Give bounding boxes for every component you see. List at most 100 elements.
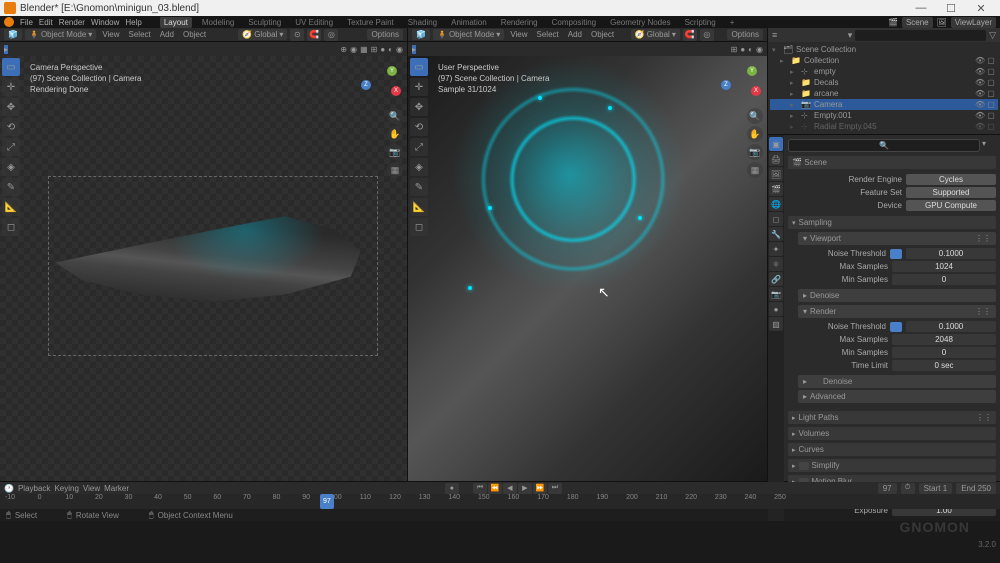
orientation-dropdown[interactable]: 🧭Global▾ (238, 29, 287, 40)
shade-mat-icon[interactable]: ◐ (388, 45, 393, 54)
options-dropdown[interactable]: Options (367, 29, 403, 40)
axis-x-icon[interactable]: X (751, 86, 761, 96)
menu-render[interactable]: Render (59, 18, 85, 27)
xray-icon[interactable]: ▦ (360, 45, 368, 54)
shade-render-icon[interactable]: ◉ (396, 45, 403, 54)
render-time-field[interactable]: 0 sec (892, 360, 996, 371)
tab-add[interactable]: + (726, 17, 739, 28)
ptab-object[interactable]: ◻ (769, 212, 783, 226)
preview-range-icon[interactable]: ⏱ (901, 483, 915, 494)
snap-icon[interactable]: 🧲 (683, 29, 697, 41)
axis-z-icon[interactable]: Z (361, 80, 371, 90)
measure-tool[interactable]: 📐 (2, 198, 20, 216)
move-tool[interactable]: ✥ (410, 98, 428, 116)
select-tool[interactable]: ▭ (2, 58, 20, 76)
filter-funnel-icon[interactable]: ▽ (989, 30, 996, 41)
tab-geonodes[interactable]: Geometry Nodes (606, 17, 674, 28)
filter-icon[interactable]: ▾ (848, 30, 853, 41)
menu-view[interactable]: View (99, 29, 122, 40)
render-noise-check[interactable] (890, 322, 902, 332)
current-frame-field[interactable]: 97 (878, 483, 897, 494)
rotate-tool[interactable]: ⟲ (410, 118, 428, 136)
axis-y-icon[interactable]: Y (387, 66, 397, 76)
feature-set-dropdown[interactable]: Supported (906, 187, 996, 198)
subpanel-render[interactable]: ▾Render⋮⋮ (798, 305, 996, 318)
keyframe-next-button[interactable]: ⏩ (533, 483, 547, 494)
shade-wire-icon[interactable]: ⊞ (731, 45, 738, 54)
tab-animation[interactable]: Animation (447, 17, 491, 28)
shade-mat-icon[interactable]: ◐ (748, 45, 753, 54)
transform-tool[interactable]: ◈ (2, 158, 20, 176)
play-button[interactable]: ▶ (518, 483, 532, 494)
panel-simplify[interactable]: ▸Simplify (788, 459, 996, 472)
annotate-tool[interactable]: ✎ (410, 178, 428, 196)
menu-file[interactable]: File (20, 18, 33, 27)
menu-marker[interactable]: Marker (104, 484, 129, 493)
editor-icon[interactable]: 🧊 (412, 29, 430, 40)
subpanel-advanced[interactable]: ▸Advanced (798, 390, 996, 403)
outliner-item[interactable]: ▸📁arcane👁▢ (770, 88, 998, 99)
panel-light-paths[interactable]: ▸Light Paths⋮⋮ (788, 411, 996, 424)
autokey-icon[interactable]: ● (445, 483, 459, 494)
zoom-icon[interactable]: 🔍 (747, 108, 763, 124)
editor-icon[interactable]: 🧊 (4, 29, 22, 40)
ptab-texture[interactable]: ▨ (769, 317, 783, 331)
mode-dropdown[interactable]: 🧍Object Mode▾ (433, 29, 504, 40)
menu-object[interactable]: Object (180, 29, 209, 40)
jump-end-button[interactable]: ⏭ (548, 483, 562, 494)
mode-dropdown[interactable]: 🧍Object Mode▾ (25, 29, 96, 40)
panel-curves[interactable]: ▸Curves (788, 443, 996, 456)
shade-solid-icon[interactable]: ● (380, 45, 385, 54)
viewport-noise-check[interactable] (890, 249, 902, 259)
measure-tool[interactable]: 📐 (410, 198, 428, 216)
proportional-icon[interactable]: ◎ (324, 29, 338, 41)
transform-tool[interactable]: ◈ (410, 158, 428, 176)
options-icon[interactable]: ▾ (982, 139, 996, 152)
options-dropdown[interactable]: Options (727, 29, 763, 40)
viewport-max-field[interactable]: 1024 (892, 261, 996, 272)
scale-tool[interactable]: ⤢ (2, 138, 20, 156)
tab-layout[interactable]: Layout (160, 17, 192, 28)
menu-view[interactable]: View (507, 29, 530, 40)
tab-sculpting[interactable]: Sculpting (244, 17, 285, 28)
playhead[interactable]: 97 (320, 494, 334, 509)
axis-z-icon[interactable]: Z (721, 80, 731, 90)
outliner-search[interactable] (855, 30, 986, 41)
menu-add[interactable]: Add (157, 29, 177, 40)
close-button[interactable]: ✕ (966, 2, 996, 15)
gizmo-icon[interactable]: ⊕ (340, 45, 347, 54)
menu-help[interactable]: Help (125, 18, 141, 27)
render-min-field[interactable]: 0 (892, 347, 996, 358)
proportional-icon[interactable]: ◎ (700, 29, 714, 41)
subpanel-denoise-r[interactable]: ▸Denoise (798, 375, 996, 388)
viewport-noise-field[interactable]: 0.1000 (906, 248, 996, 259)
outliner-item[interactable]: ▸⊹empty👁▢ (770, 66, 998, 77)
viewport-min-field[interactable]: 0 (892, 274, 996, 285)
device-dropdown[interactable]: GPU Compute (906, 200, 996, 211)
axis-x-icon[interactable]: X (391, 86, 401, 96)
play-icon[interactable]: ▸ (412, 45, 416, 54)
viewport-canvas-left[interactable]: Camera Perspective (97) Scene Collection… (0, 56, 407, 481)
scene-selector[interactable]: Scene (902, 17, 933, 28)
persp-icon[interactable]: ▦ (387, 162, 403, 178)
menu-view[interactable]: View (83, 484, 100, 493)
maximize-button[interactable]: ☐ (936, 2, 966, 15)
jump-start-button[interactable]: ⏮ (473, 483, 487, 494)
tab-modeling[interactable]: Modeling (198, 17, 238, 28)
menu-object[interactable]: Object (588, 29, 617, 40)
cursor-tool[interactable]: ✛ (2, 78, 20, 96)
subpanel-denoise-v[interactable]: ▸Denoise (798, 289, 996, 302)
camera-icon[interactable]: 📷 (747, 144, 763, 160)
menu-add[interactable]: Add (565, 29, 585, 40)
props-search[interactable] (788, 139, 980, 152)
ptab-particle[interactable]: ✦ (769, 242, 783, 256)
menu-edit[interactable]: Edit (39, 18, 53, 27)
viewport-canvas-right[interactable]: User Perspective (97) Scene Collection |… (408, 56, 767, 481)
render-max-field[interactable]: 2048 (892, 334, 996, 345)
render-engine-dropdown[interactable]: Cycles (906, 174, 996, 185)
panel-sampling[interactable]: ▾Sampling (788, 216, 996, 229)
persp-icon[interactable]: ▦ (747, 162, 763, 178)
menu-select[interactable]: Select (534, 29, 562, 40)
ptab-output[interactable]: 🖨 (769, 152, 783, 166)
pan-icon[interactable]: ✋ (747, 126, 763, 142)
